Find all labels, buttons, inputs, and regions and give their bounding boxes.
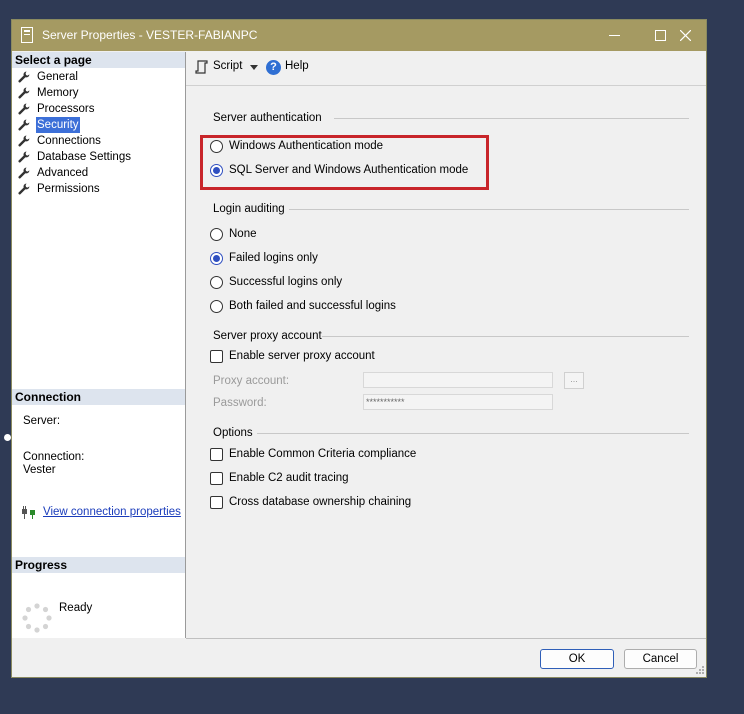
proxy-browse-button[interactable]: ...	[564, 372, 584, 389]
connection-plug-icon	[22, 506, 35, 519]
audit-both-label[interactable]: Both failed and successful logins	[229, 300, 396, 312]
minimize-button[interactable]	[591, 20, 637, 51]
cross-db-chaining-checkbox[interactable]	[210, 496, 223, 509]
audit-none-label[interactable]: None	[229, 228, 257, 240]
server-proxy-divider	[322, 336, 689, 337]
audit-both-radio[interactable]	[210, 300, 223, 313]
server-authentication-divider	[334, 118, 689, 119]
ok-button[interactable]: OK	[540, 649, 614, 669]
audit-successful-label[interactable]: Successful logins only	[229, 276, 342, 288]
audit-none-radio[interactable]	[210, 228, 223, 241]
minimize-icon	[608, 35, 620, 37]
desktop-dot	[4, 434, 11, 441]
script-button[interactable]: Script	[213, 60, 242, 72]
server-authentication-title: Server authentication	[213, 112, 322, 124]
password-label: Password:	[213, 397, 267, 409]
auth-highlight-box	[200, 135, 489, 190]
common-criteria-checkbox[interactable]	[210, 448, 223, 461]
proxy-account-label: Proxy account:	[213, 375, 290, 387]
enable-proxy-checkbox[interactable]	[210, 350, 223, 363]
help-icon[interactable]: ?	[266, 60, 281, 75]
wrench-icon	[18, 87, 30, 99]
left-pane: Select a page General Memory Processors …	[12, 52, 186, 638]
options-divider	[257, 433, 689, 434]
server-proxy-title: Server proxy account	[213, 330, 322, 342]
close-icon	[679, 29, 691, 42]
login-auditing-divider	[289, 209, 689, 210]
cross-db-chaining-label[interactable]: Cross database ownership chaining	[229, 496, 411, 508]
progress-status: Ready	[59, 602, 93, 614]
wrench-icon	[18, 183, 30, 195]
select-page-header: Select a page	[12, 52, 185, 68]
close-button[interactable]	[662, 20, 708, 51]
footer-divider	[186, 638, 706, 639]
resize-grip-icon[interactable]	[695, 665, 705, 675]
enable-proxy-label[interactable]: Enable server proxy account	[229, 350, 375, 362]
script-icon[interactable]	[195, 60, 209, 74]
server-properties-window: Server Properties - VESTER-FABIANPC Sele…	[11, 19, 707, 678]
common-criteria-label[interactable]: Enable Common Criteria compliance	[229, 448, 416, 460]
wrench-icon	[18, 151, 30, 163]
proxy-account-input[interactable]	[363, 372, 553, 388]
options-title: Options	[213, 427, 253, 439]
server-app-icon	[21, 27, 33, 43]
connection-value: Vester	[23, 464, 56, 476]
wrench-icon	[18, 71, 30, 83]
wrench-icon	[18, 119, 30, 131]
audit-failed-radio[interactable]	[210, 252, 223, 265]
audit-failed-label[interactable]: Failed logins only	[229, 252, 318, 264]
window-title: Server Properties - VESTER-FABIANPC	[42, 28, 258, 42]
progress-spinner-icon	[22, 603, 52, 633]
wrench-icon	[18, 103, 30, 115]
progress-header: Progress	[12, 557, 185, 573]
toolbar: Script ? Help	[186, 52, 706, 86]
wrench-icon	[18, 135, 30, 147]
server-label: Server:	[23, 415, 61, 427]
c2-audit-label[interactable]: Enable C2 audit tracing	[229, 472, 349, 484]
connection-label: Connection:	[23, 451, 85, 463]
wrench-icon	[18, 167, 30, 179]
connection-header: Connection	[12, 389, 185, 405]
view-connection-properties-link[interactable]: View connection properties	[43, 506, 181, 518]
audit-successful-radio[interactable]	[210, 276, 223, 289]
help-button[interactable]: Help	[285, 60, 309, 72]
cancel-button[interactable]: Cancel	[624, 649, 697, 669]
c2-audit-checkbox[interactable]	[210, 472, 223, 485]
password-input[interactable]: ***********	[363, 394, 553, 410]
login-auditing-title: Login auditing	[213, 203, 285, 215]
script-dropdown-icon[interactable]	[250, 65, 258, 70]
title-bar[interactable]: Server Properties - VESTER-FABIANPC	[12, 20, 706, 51]
